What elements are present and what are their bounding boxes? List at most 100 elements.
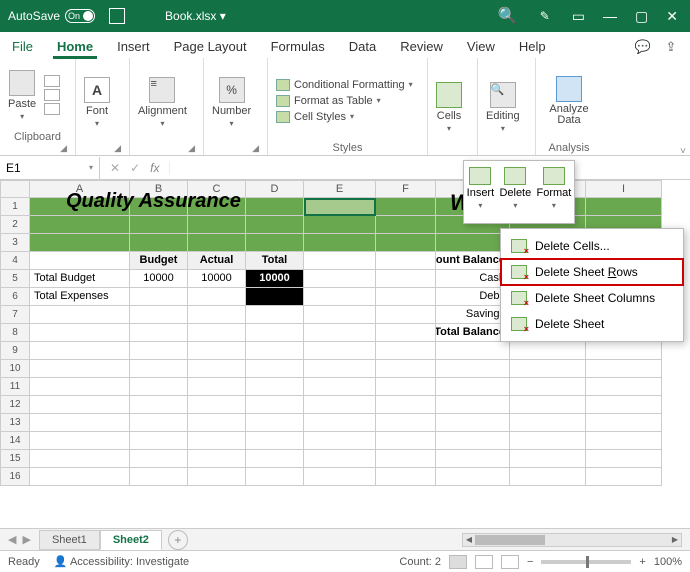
- cellstyles-icon: [276, 111, 290, 123]
- cells-icon: [436, 82, 462, 108]
- autosave-label: AutoSave: [8, 9, 60, 23]
- row-header[interactable]: 5: [0, 270, 30, 288]
- title-bar: AutoSave On Book.xlsx ▾ 🔍 ✎ ▭ — ▢ ✕: [0, 0, 690, 32]
- row-header[interactable]: 3: [0, 234, 30, 252]
- tab-formulas[interactable]: Formulas: [259, 35, 337, 58]
- scroll-right-icon[interactable]: ▶: [669, 534, 681, 546]
- collapse-ribbon-icon[interactable]: ˅: [680, 146, 686, 157]
- conditional-formatting-button[interactable]: Conditional Formatting▾: [274, 78, 415, 92]
- zoom-out-button[interactable]: −: [527, 556, 533, 568]
- active-cell[interactable]: [304, 198, 376, 216]
- cell-styles-button[interactable]: Cell Styles▾: [274, 110, 415, 124]
- add-sheet-button[interactable]: +: [168, 530, 188, 550]
- autosave-toggle[interactable]: AutoSave On: [0, 9, 103, 23]
- save-icon[interactable]: [109, 8, 125, 24]
- menu-delete-cells[interactable]: Delete Cells...: [501, 233, 683, 259]
- select-all[interactable]: [0, 180, 30, 198]
- share-icon[interactable]: ⇪: [660, 36, 682, 58]
- delete-rows-icon: [511, 265, 527, 279]
- tab-data[interactable]: Data: [337, 35, 388, 58]
- paste-icon: [9, 70, 35, 96]
- sheet-tab-sheet1[interactable]: Sheet1: [39, 530, 100, 550]
- table-icon: [276, 95, 290, 107]
- col-header[interactable]: F: [376, 180, 436, 198]
- clipboard-launcher[interactable]: ◢: [6, 143, 69, 154]
- zoom-slider[interactable]: [541, 560, 631, 564]
- row-header[interactable]: 1: [0, 198, 30, 216]
- maximize-icon[interactable]: ▢: [635, 8, 648, 25]
- insert-icon: [469, 167, 491, 185]
- ribbon-display-icon[interactable]: ▭: [572, 8, 585, 25]
- alignment-icon: ≡: [149, 77, 175, 103]
- search-icon[interactable]: 🔍: [486, 6, 530, 26]
- zoom-level[interactable]: 100%: [654, 556, 682, 568]
- tab-file[interactable]: File: [0, 35, 45, 58]
- tab-help[interactable]: Help: [507, 35, 558, 58]
- tab-insert[interactable]: Insert: [105, 35, 162, 58]
- normal-view-button[interactable]: [449, 555, 467, 569]
- row-header[interactable]: 4: [0, 252, 30, 270]
- minimize-icon[interactable]: —: [603, 8, 617, 25]
- close-icon[interactable]: ✕: [666, 8, 678, 25]
- comments-icon[interactable]: 💬: [632, 36, 654, 58]
- insert-cells-button[interactable]: Insert▾: [465, 165, 497, 219]
- tab-pagelayout[interactable]: Page Layout: [162, 35, 259, 58]
- toggle-icon[interactable]: On: [65, 9, 95, 23]
- cut-icon[interactable]: [44, 75, 60, 87]
- number-button[interactable]: %Number▾: [210, 75, 253, 130]
- cancel-formula-icon[interactable]: ✕: [110, 161, 120, 175]
- row-header[interactable]: 2: [0, 216, 30, 234]
- row-header[interactable]: 8: [0, 324, 30, 342]
- group-clipboard-label: Clipboard: [6, 129, 69, 143]
- copy-icon[interactable]: [44, 89, 60, 101]
- tab-review[interactable]: Review: [388, 35, 455, 58]
- scroll-thumb[interactable]: [475, 535, 545, 545]
- tab-home[interactable]: Home: [45, 35, 105, 58]
- col-header[interactable]: D: [246, 180, 304, 198]
- font-button[interactable]: AFont▾: [82, 75, 112, 130]
- page-layout-view-button[interactable]: [475, 555, 493, 569]
- cells-button[interactable]: Cells▾: [434, 80, 464, 135]
- row-header[interactable]: 6: [0, 288, 30, 306]
- alignment-button[interactable]: ≡Alignment▾: [136, 75, 189, 130]
- row-header[interactable]: 7: [0, 306, 30, 324]
- chevron-down-icon[interactable]: ▾: [89, 163, 93, 172]
- scroll-left-icon[interactable]: ◀: [463, 534, 475, 546]
- col-header[interactable]: E: [304, 180, 376, 198]
- delete-cells-button[interactable]: Delete▾: [497, 165, 533, 219]
- fx-icon[interactable]: fx: [150, 161, 159, 175]
- next-sheet-icon[interactable]: ▶: [22, 533, 30, 546]
- zoom-in-button[interactable]: +: [639, 556, 645, 568]
- enter-formula-icon[interactable]: ✓: [130, 161, 140, 175]
- status-count: Count: 2: [399, 556, 441, 568]
- pen-icon[interactable]: ✎: [530, 9, 560, 23]
- format-cells-button[interactable]: Format▾: [535, 165, 574, 219]
- analyze-data-button[interactable]: Analyze Data: [542, 74, 596, 128]
- sheet-tab-sheet2[interactable]: Sheet2: [100, 530, 162, 550]
- paste-button[interactable]: Paste ▾: [6, 68, 38, 123]
- accessibility-status[interactable]: 👤 Accessibility: Investigate: [54, 555, 189, 568]
- format-as-table-button[interactable]: Format as Table▾: [274, 94, 415, 108]
- font-launcher[interactable]: ◢: [82, 143, 123, 154]
- window-controls: ▭ — ▢ ✕: [560, 8, 690, 25]
- status-ready: Ready: [8, 556, 40, 568]
- number-launcher[interactable]: ◢: [210, 143, 261, 154]
- menu-delete-sheet[interactable]: Delete Sheet: [501, 311, 683, 337]
- alignment-launcher[interactable]: ◢: [136, 143, 197, 154]
- col-header[interactable]: I: [586, 180, 662, 198]
- delete-menu: Delete Cells... Delete Sheet Rows Delete…: [500, 228, 684, 342]
- horizontal-scrollbar[interactable]: ◀▶: [462, 533, 682, 547]
- group-analysis-label: Analysis: [542, 140, 596, 154]
- number-icon: %: [219, 77, 245, 103]
- format-painter-icon[interactable]: [44, 103, 60, 115]
- status-bar: Ready 👤 Accessibility: Investigate Count…: [0, 550, 690, 572]
- prev-sheet-icon[interactable]: ◀: [8, 533, 16, 546]
- cells-dropdown-panel: Insert▾ Delete▾ Format▾: [463, 160, 575, 224]
- filename[interactable]: Book.xlsx ▾: [125, 9, 486, 23]
- name-box[interactable]: E1▾: [0, 157, 100, 179]
- tab-view[interactable]: View: [455, 35, 507, 58]
- menu-delete-sheet-columns[interactable]: Delete Sheet Columns: [501, 285, 683, 311]
- editing-button[interactable]: 🔍Editing▾: [484, 80, 522, 135]
- menu-delete-sheet-rows[interactable]: Delete Sheet Rows: [501, 259, 683, 285]
- page-break-view-button[interactable]: [501, 555, 519, 569]
